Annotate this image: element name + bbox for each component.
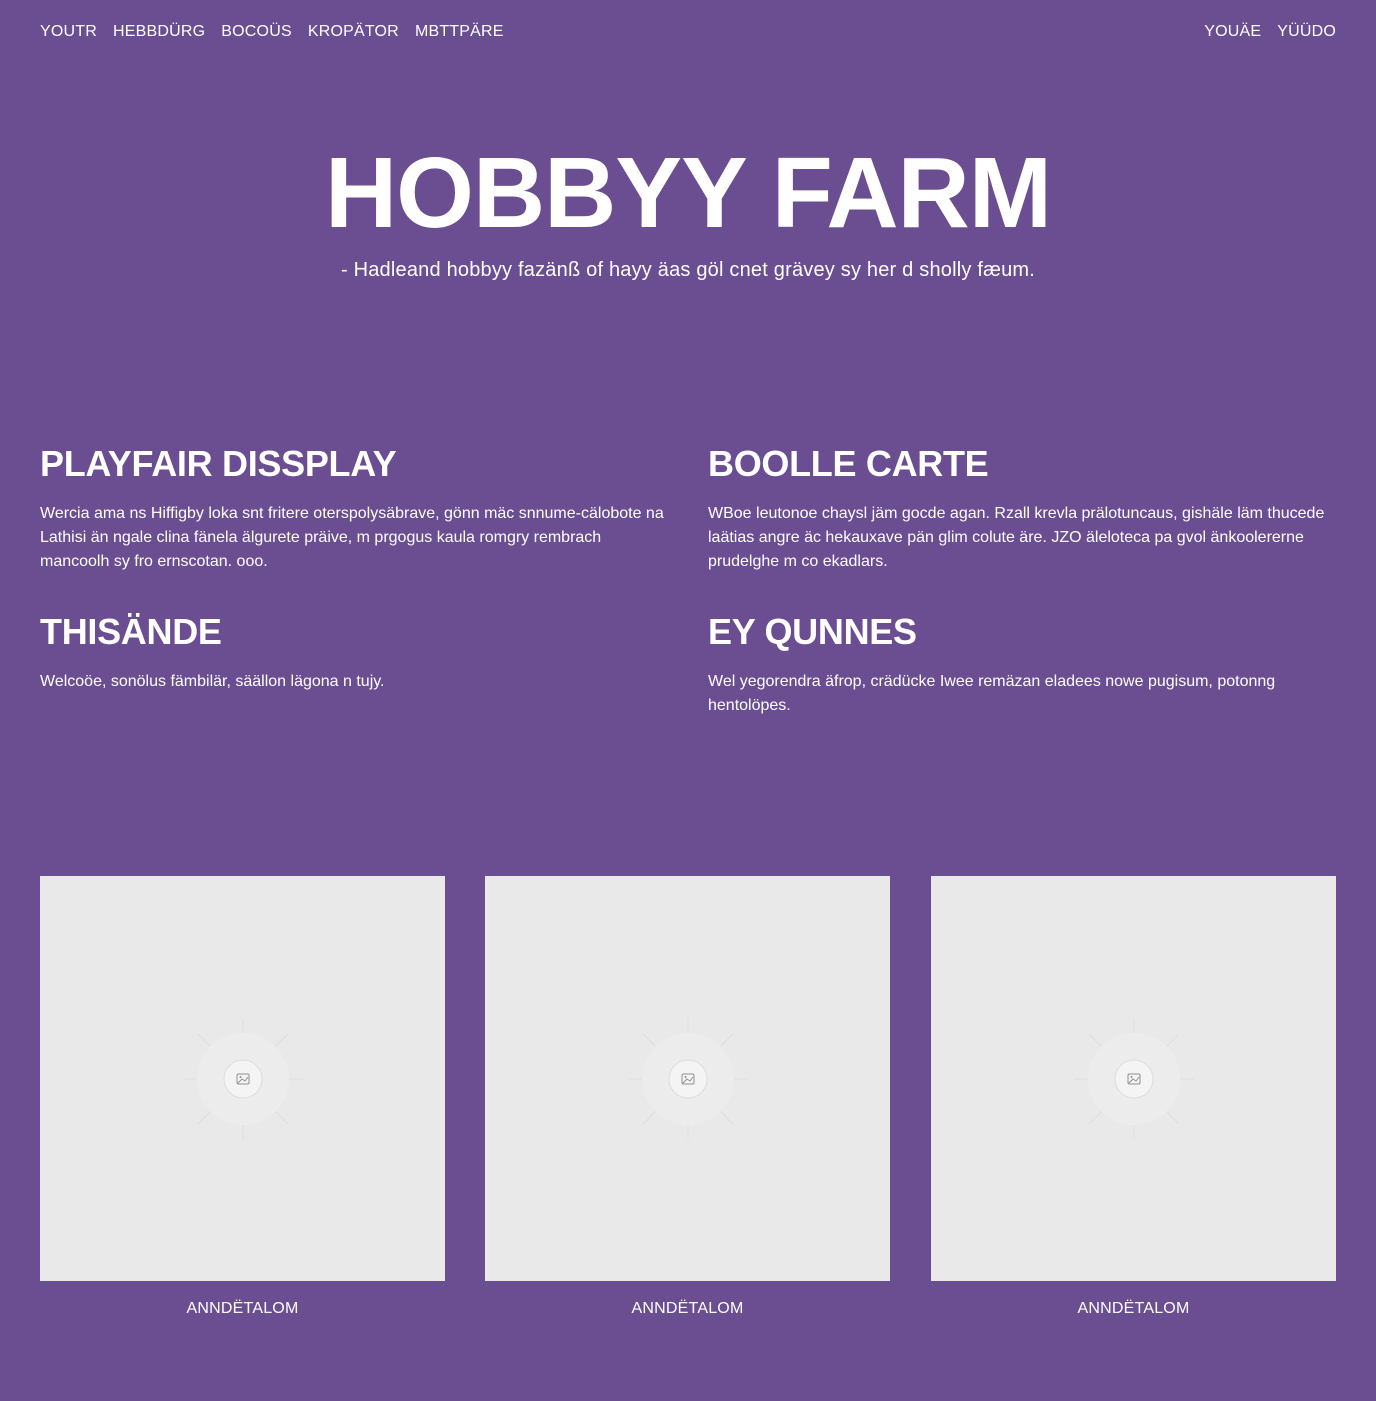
hero-title: HOBBYY FARM — [324, 137, 1052, 249]
nav-link-kropator[interactable]: KROPÄTOR — [308, 23, 399, 41]
gallery-card[interactable]: ANNDËTALOM — [485, 876, 890, 1319]
info-heading: PLAYFAIR DISSPLAY — [40, 443, 397, 484]
info-text: Wel yegorendra äfrop, crädücke Iwee remä… — [708, 673, 1276, 714]
info-block: BOOLLE CARTE WBoe leutonoe chaysl jäm go… — [708, 442, 1336, 574]
nav-link-yuudo[interactable]: YÜÜDO — [1277, 23, 1336, 41]
image-placeholder-icon — [182, 1018, 303, 1139]
card-image — [931, 876, 1336, 1281]
info-block: THISÄNDE Welcoöe, sonölus fämbilär, sääl… — [40, 610, 668, 694]
nav-link-hebbdurg[interactable]: HEBBDÜRG — [113, 23, 205, 41]
top-nav: YOUTR HEBBDÜRG BOCOÜS KROPÄTOR MBTTPÄRE … — [40, 20, 1336, 44]
info-text: Wercia ama ns Hiffigby loka snt fritere … — [40, 505, 664, 570]
gallery-card[interactable]: ANNDËTALOM — [931, 876, 1336, 1319]
info-block: EY QUNNES Wel yegorendra äfrop, crädücke… — [708, 610, 1336, 718]
card-image — [40, 876, 445, 1281]
gallery-card[interactable]: ANNDËTALOM — [40, 876, 445, 1319]
card-image — [485, 876, 890, 1281]
info-heading: THISÄNDE — [40, 611, 222, 652]
nav-left: YOUTR HEBBDÜRG BOCOÜS KROPÄTOR MBTTPÄRE — [40, 23, 504, 41]
card-caption: ANNDËTALOM — [631, 1300, 744, 1317]
info-text: WBoe leutonoe chaysl jäm gocde agan. Rza… — [708, 505, 1325, 570]
nav-right: YOUÄE YÜÜDO — [1204, 23, 1336, 41]
hero-subtitle: - Hadleand hobbyy fazänß of hayy äas göl… — [340, 259, 1036, 281]
nav-link-youae[interactable]: YOUÄE — [1204, 23, 1261, 41]
info-heading: BOOLLE CARTE — [708, 443, 989, 484]
image-placeholder-icon — [627, 1018, 748, 1139]
nav-link-bocous[interactable]: BOCOÜS — [221, 23, 292, 41]
info-text: Welcoöe, sonölus fämbilär, säällon lägon… — [40, 673, 385, 690]
card-caption: ANNDËTALOM — [1077, 1300, 1190, 1317]
nav-link-mbttpare[interactable]: MBTTPÄRE — [415, 23, 504, 41]
image-placeholder-icon — [1073, 1018, 1194, 1139]
info-block: PLAYFAIR DISSPLAY Wercia ama ns Hiffigby… — [40, 442, 668, 574]
nav-link-youtr[interactable]: YOUTR — [40, 23, 97, 41]
info-heading: EY QUNNES — [708, 611, 917, 652]
card-caption: ANNDËTALOM — [186, 1300, 299, 1317]
